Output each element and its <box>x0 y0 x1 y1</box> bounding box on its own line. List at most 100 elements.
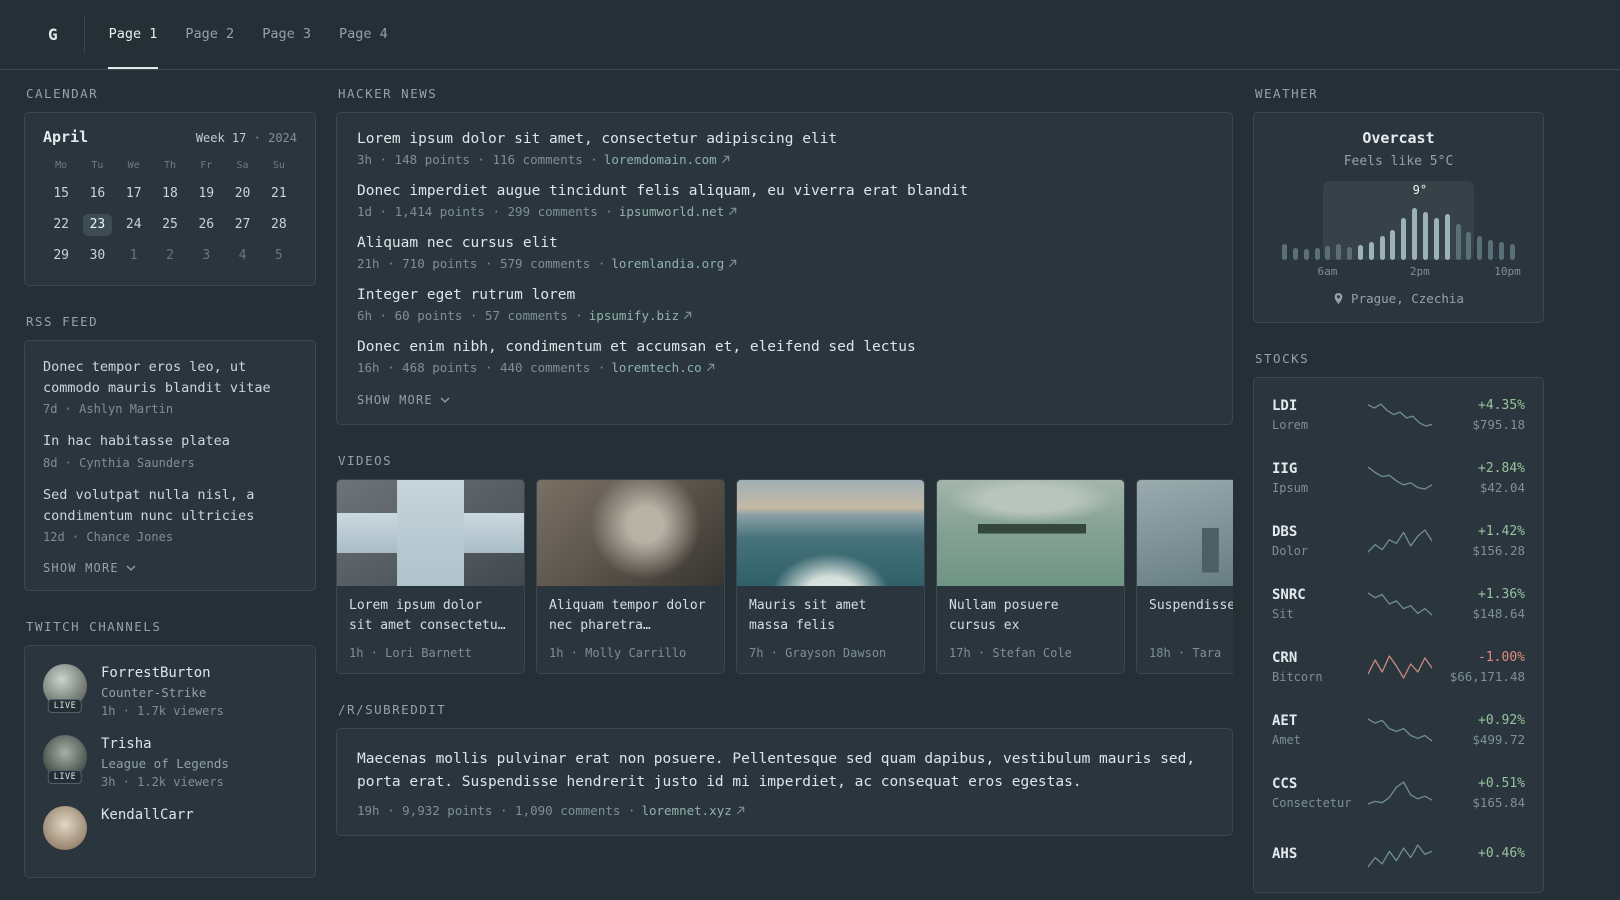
calendar-dow-label: Fr <box>200 160 213 171</box>
rss-widget: Donec tempor eros leo, ut commodo mauris… <box>24 340 316 591</box>
stocks-widget: LDI Lorem +4.35% $795.18 IIG Ipsum +2.84% $42.0… <box>1253 377 1544 893</box>
hn-item: Integer eget rutrum lorem 6h · 60 points … <box>357 287 1212 323</box>
weather-time-label: 2pm <box>1409 265 1430 278</box>
video-card[interactable]: Mauris sit amet massa felis 7h · Grayson … <box>736 479 925 674</box>
stocks-section-header: STOCKS <box>1255 351 1310 366</box>
stock-sparkline <box>1368 843 1433 869</box>
stock-price: $42.04 <box>1479 479 1525 495</box>
hn-item: Donec enim nibh, condimentum et accumsan… <box>357 339 1212 375</box>
stock-sparkline <box>1368 402 1433 428</box>
stock-row-CRN[interactable]: CRN Bitcorn -1.00% $66,171.48 <box>1272 635 1525 698</box>
tab-page-2[interactable]: Page 2 <box>184 0 235 69</box>
video-thumbnail-canoe-fishing[interactable] <box>937 480 1124 586</box>
hn-item-title[interactable]: Donec imperdiet augue tincidunt felis al… <box>357 183 1212 199</box>
rss-item-title[interactable]: In hac habitasse platea <box>43 431 297 452</box>
page-tabs: Page 1 Page 2 Page 3 Page 4 <box>107 0 389 69</box>
calendar-day: 29 <box>53 248 69 263</box>
rss-item[interactable]: In hac habitasse platea 8d · Cynthia Saun… <box>43 431 297 469</box>
weather-time-label: 6am <box>1317 265 1338 278</box>
video-title[interactable]: Lorem ipsum dolor sit amet consectetu… <box>349 596 512 637</box>
hackernews-items: Lorem ipsum dolor sit amet, consectetur … <box>357 131 1212 375</box>
channel-avatar: LIVE <box>43 663 87 713</box>
weather-hour-bar <box>1303 249 1309 260</box>
hn-item-domain[interactable]: loremdomain.com <box>604 152 717 167</box>
video-card[interactable]: Lorem ipsum dolor sit amet consectetu… 1h… <box>336 479 525 674</box>
hn-item: Aliquam nec cursus elit 21h · 710 points … <box>357 235 1212 271</box>
weather-hour-bar <box>1347 247 1353 260</box>
app-logo[interactable]: G <box>48 16 85 53</box>
weather-hour-bar <box>1368 242 1374 260</box>
rss-item[interactable]: Sed volutpat nulla nisl, a condimentum n… <box>43 485 297 544</box>
channel-meta: 1h · 1.7k viewers <box>101 703 224 718</box>
hn-item-meta: 6h · 60 points · 57 comments · ipsumify.b… <box>357 308 1212 323</box>
stock-row-IIG[interactable]: IIG Ipsum +2.84% $42.04 <box>1272 446 1525 509</box>
hn-item-domain[interactable]: loremlandia.org <box>611 256 724 271</box>
hn-item-title[interactable]: Lorem ipsum dolor sit amet, consectetur … <box>357 131 1212 147</box>
stock-values: +4.35% $795.18 <box>1432 398 1525 432</box>
hn-item-domain[interactable]: loremtech.co <box>611 360 701 375</box>
rss-show-more-button[interactable]: SHOW MORE <box>43 561 136 575</box>
hn-item-stats: 21h · 710 points · 579 comments · <box>357 256 606 271</box>
hn-item-domain[interactable]: ipsumworld.net <box>619 204 724 219</box>
videos-section-header: VIDEOS <box>338 453 393 468</box>
calendar-day: 25 <box>162 217 178 232</box>
rss-item-title[interactable]: Sed volutpat nulla nisl, a condimentum n… <box>43 485 297 527</box>
subreddit-post-title[interactable]: Maecenas mollis pulvinar erat non posuer… <box>357 748 1212 795</box>
weather-hour-bar <box>1498 242 1504 260</box>
video-thumbnail-sea-boat-wake[interactable] <box>737 480 924 586</box>
video-meta: 17h · Stefan Cole <box>949 646 1072 660</box>
video-card[interactable]: Nullam posuere cursus ex 17h · Stefan Col… <box>936 479 1125 674</box>
rss-item[interactable]: Donec tempor eros leo, ut commodo mauris… <box>43 357 297 416</box>
stock-info: CRN Bitcorn <box>1272 650 1368 684</box>
hn-item-title[interactable]: Integer eget rutrum lorem <box>357 287 1212 303</box>
stock-info: SNRC Sit <box>1272 587 1368 621</box>
videos-row: Lorem ipsum dolor sit amet consectetu… 1h… <box>336 479 1233 674</box>
hn-item-domain[interactable]: ipsumify.biz <box>589 308 679 323</box>
video-title[interactable]: Suspendisse diam <box>1149 596 1233 637</box>
rss-item-title[interactable]: Donec tempor eros leo, ut commodo mauris… <box>43 357 297 399</box>
weather-hour-bar <box>1282 244 1287 260</box>
hn-item-title[interactable]: Aliquam nec cursus elit <box>357 235 1212 251</box>
stock-row-DBS[interactable]: DBS Dolor +1.42% $156.28 <box>1272 509 1525 572</box>
calendar-day: 18 <box>162 186 178 201</box>
subreddit-section-header: /R/SUBREDDIT <box>338 702 447 717</box>
stock-row-CCS[interactable]: CCS Consectetur +0.51% $165.84 <box>1272 761 1525 824</box>
video-body: Suspendisse diam 18h · Tara <box>1137 586 1233 673</box>
subreddit-post-domain[interactable]: loremnet.xyz <box>641 803 731 818</box>
video-thumbnail-concrete-cross-sky[interactable] <box>337 480 524 586</box>
tab-page-4[interactable]: Page 4 <box>338 0 389 69</box>
stock-change: +0.46% <box>1478 846 1525 861</box>
twitch-channel[interactable]: KendallCarr <box>43 805 297 850</box>
hn-show-more-button[interactable]: SHOW MORE <box>357 393 450 407</box>
stock-row-AET[interactable]: AET Amet +0.92% $499.72 <box>1272 698 1525 761</box>
stock-row-SNRC[interactable]: SNRC Sit +1.36% $148.64 <box>1272 572 1525 635</box>
video-thumbnail-hands-camera[interactable] <box>537 480 724 586</box>
channel-name[interactable]: Trisha <box>101 736 229 752</box>
stock-values: +1.42% $156.28 <box>1432 524 1525 558</box>
twitch-channel[interactable]: LIVE ForrestBurton Counter-Strike 1h · 1.7k… <box>43 663 297 718</box>
channel-name[interactable]: ForrestBurton <box>101 665 224 681</box>
twitch-channel[interactable]: LIVE Trisha League of Legends 3h · 1.2k vie… <box>43 734 297 789</box>
video-title[interactable]: Nullam posuere cursus ex <box>949 596 1112 637</box>
stock-sparkline <box>1368 465 1433 491</box>
video-meta: 18h · Tara <box>1149 646 1222 660</box>
channel-name[interactable]: KendallCarr <box>101 807 194 823</box>
stock-price: $499.72 <box>1472 731 1525 747</box>
twitch-channels: LIVE ForrestBurton Counter-Strike 1h · 1.7k… <box>43 663 297 850</box>
external-link-icon <box>729 207 737 216</box>
video-thumbnail-foggy-figure[interactable] <box>1137 480 1233 586</box>
tab-page-3[interactable]: Page 3 <box>261 0 312 69</box>
video-title[interactable]: Aliquam tempor dolor nec pharetra… <box>549 596 712 637</box>
stock-row-LDI[interactable]: LDI Lorem +4.35% $795.18 <box>1272 383 1525 446</box>
video-card[interactable]: Suspendisse diam 18h · Tara <box>1136 479 1233 674</box>
weather-hour-bar <box>1325 246 1331 260</box>
stock-row-AHS[interactable]: AHS +0.46% <box>1272 824 1525 887</box>
right-column: WEATHER Overcast Feels like 5°C 9° 6am 2p… <box>1253 70 1544 893</box>
video-card[interactable]: Aliquam tempor dolor nec pharetra… 1h · M… <box>536 479 725 674</box>
weather-hour-bar <box>1412 208 1418 260</box>
tab-page-1[interactable]: Page 1 <box>107 0 159 69</box>
hn-item-title[interactable]: Donec enim nibh, condimentum et accumsan… <box>357 339 1212 355</box>
video-title[interactable]: Mauris sit amet massa felis <box>749 596 912 637</box>
twitch-widget: LIVE ForrestBurton Counter-Strike 1h · 1.7k… <box>24 644 316 878</box>
calendar-widget: April Week 17 · 2024 Mo Tu We Th Fr Sa Su 15 16… <box>24 112 316 286</box>
